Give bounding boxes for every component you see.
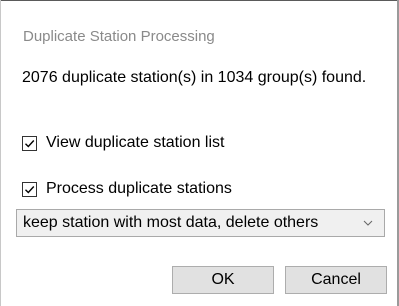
process-duplicates-option[interactable]: Process duplicate stations: [22, 179, 232, 199]
title-bar[interactable]: Duplicate Station Processing: [1, 1, 397, 53]
checkmark-icon: [25, 185, 35, 194]
checkmark-icon: [25, 139, 35, 148]
ok-button[interactable]: OK: [172, 266, 274, 294]
duplicate-station-dialog: Duplicate Station Processing 2076 duplic…: [0, 0, 399, 306]
view-duplicate-list-option[interactable]: View duplicate station list: [22, 133, 224, 153]
chevron-down-icon[interactable]: [358, 213, 378, 233]
process-duplicates-checkbox[interactable]: [22, 181, 37, 197]
view-duplicate-list-label: View duplicate station list: [46, 134, 225, 151]
dialog-title: Duplicate Station Processing: [23, 28, 215, 45]
duplicate-summary-message: 2076 duplicate station(s) in 1034 group(…: [22, 69, 367, 86]
view-duplicate-list-checkbox[interactable]: [22, 135, 37, 151]
cancel-button[interactable]: Cancel: [285, 266, 387, 294]
processing-method-select[interactable]: keep station with most data, delete othe…: [16, 209, 385, 237]
process-duplicates-label: Process duplicate stations: [46, 180, 232, 197]
processing-method-value: keep station with most data, delete othe…: [23, 214, 319, 231]
